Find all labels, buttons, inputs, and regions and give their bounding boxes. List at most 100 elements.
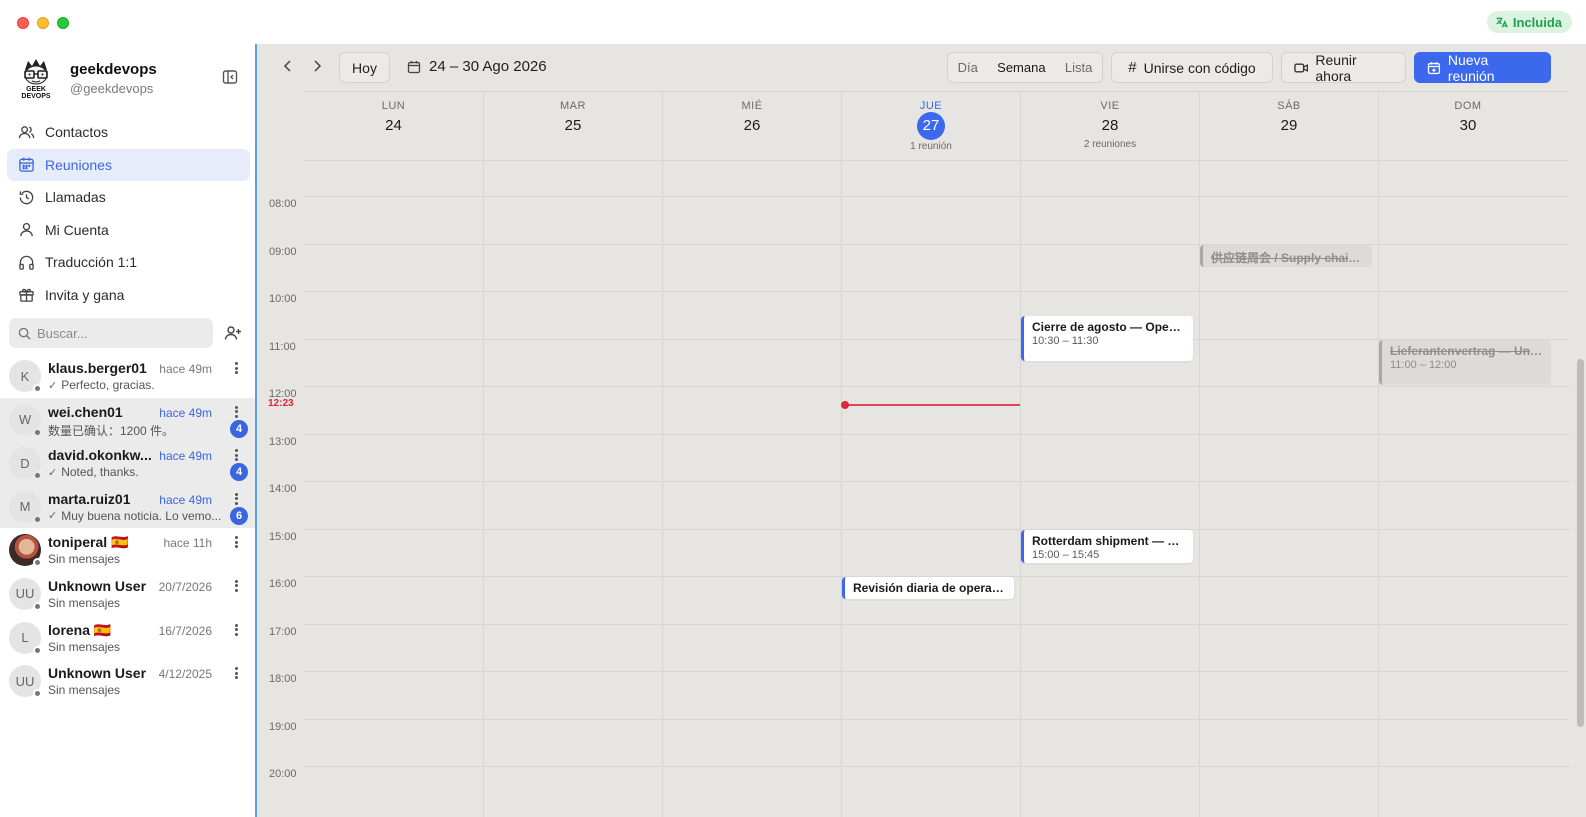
- week-time-grid[interactable]: 08:00 09:00 10:00 11:00 12:00 13:00 14:00 15:00…: [257, 161, 1570, 817]
- history-icon: [17, 188, 35, 206]
- minimize-window-button[interactable]: [37, 17, 49, 29]
- next-week-button[interactable]: [309, 58, 325, 74]
- nav-item-traduccion[interactable]: Traducción 1:1: [7, 246, 250, 278]
- chat-name: david.okonkw...: [48, 447, 152, 464]
- day-header-sab[interactable]: SÁB 29: [1199, 92, 1378, 160]
- event-title: Rotterdam shipment — sta...: [1032, 533, 1185, 548]
- day-meeting-count: 1 reunión: [910, 141, 952, 152]
- nav-item-contactos[interactable]: Contactos: [7, 116, 250, 148]
- close-window-button[interactable]: [17, 17, 29, 29]
- day-name: SÁB: [1277, 100, 1301, 112]
- meeting-event[interactable]: Rotterdam shipment — sta... 15:00 – 15:45: [1021, 529, 1193, 564]
- day-number: 26: [743, 117, 761, 134]
- day-header-jue[interactable]: JUE 27 1 reunión: [841, 92, 1020, 160]
- cancelled-meeting-event[interactable]: Lieferantenvertrag — Unte... 11:00 – 12:0…: [1379, 339, 1551, 385]
- chat-menu-button[interactable]: [228, 665, 244, 681]
- nav-item-invita[interactable]: Invita y gana: [7, 279, 250, 311]
- chat-menu-button[interactable]: [228, 447, 244, 463]
- svg-text:GEEK: GEEK: [26, 86, 46, 93]
- search-input[interactable]: [37, 325, 197, 341]
- hour-gridline: [304, 386, 1570, 387]
- avatar-photo: [9, 534, 42, 568]
- chat-name: klaus.berger01: [48, 360, 147, 376]
- day-name: MIÉ: [741, 100, 763, 112]
- chat-time: 16/7/2026: [158, 623, 212, 638]
- avatar-initial: UU: [15, 586, 35, 602]
- day-header-lun[interactable]: LUN 24: [304, 92, 483, 160]
- chat-menu-button[interactable]: [228, 534, 244, 550]
- meeting-event[interactable]: Revisión diaria de operaci...: [842, 577, 1014, 599]
- nav-item-mi-cuenta[interactable]: Mi Cuenta: [7, 214, 250, 246]
- chat-preview: ✓ Perfecto, gracias.: [48, 378, 224, 392]
- hour-label: 09:00: [269, 245, 297, 258]
- day-number: 29: [1280, 117, 1298, 134]
- hour-label: 17:00: [269, 625, 297, 638]
- new-meeting-button[interactable]: Nueva reunión: [1414, 51, 1551, 84]
- avatar: L: [9, 621, 42, 655]
- view-switcher: Día Semana Lista: [947, 52, 1103, 83]
- chat-item[interactable]: UU Unknown User 4/12/2025 Sin mensajes: [0, 659, 255, 703]
- day-number: 28: [1101, 117, 1119, 134]
- meet-now-button[interactable]: Reunir ahora: [1281, 51, 1406, 84]
- profile-handle: @geekdevops: [70, 81, 154, 96]
- day-name: DOM: [1454, 100, 1482, 112]
- chat-item[interactable]: D david.okonkw... hace 49m ✓ Noted, thank…: [0, 441, 255, 485]
- view-dia-button[interactable]: Día: [958, 60, 978, 75]
- chat-item[interactable]: UU Unknown User 20/7/2026 Sin mensajes: [0, 572, 255, 616]
- hour-gridline: [304, 671, 1570, 672]
- presence-dot: [33, 427, 42, 437]
- toggle-sidebar-button[interactable]: [221, 68, 239, 86]
- day-header-mar[interactable]: MAR 25: [483, 92, 662, 160]
- translation-status-badge[interactable]: Incluida: [1486, 11, 1572, 33]
- nav-item-llamadas[interactable]: Llamadas: [7, 181, 250, 213]
- day-header-mie[interactable]: MIÉ 26: [662, 92, 841, 160]
- zoom-window-button[interactable]: [57, 17, 69, 29]
- current-time-dot: [841, 401, 849, 409]
- chat-menu-button[interactable]: [228, 404, 244, 420]
- chat-item[interactable]: L lorena 🇪🇸 16/7/2026 Sin mensajes: [0, 616, 255, 660]
- chat-preview-text: Sin mensajes: [48, 683, 121, 698]
- day-header-vie[interactable]: VIE 28 2 reuniones: [1020, 92, 1199, 160]
- day-name: VIE: [1100, 100, 1120, 112]
- chevron-right-icon: [314, 60, 322, 72]
- view-semana-button[interactable]: Semana: [997, 60, 1045, 75]
- translation-status-label: Incluida: [1512, 14, 1562, 30]
- today-button[interactable]: Hoy: [339, 52, 390, 83]
- cancelled-meeting-event[interactable]: 供应链周会 / Supply chain w...: [1200, 244, 1372, 267]
- chat-preview: Sin mensajes: [48, 596, 224, 610]
- avatar-initial: UU: [15, 673, 35, 689]
- chat-menu-button[interactable]: [228, 360, 244, 376]
- chat-preview-text: Sin mensajes: [48, 639, 121, 654]
- chat-menu-button[interactable]: [228, 622, 244, 638]
- new-meeting-label: Nueva reunión: [1447, 51, 1495, 84]
- avatar-initial: D: [20, 455, 30, 471]
- chat-item[interactable]: M marta.ruiz01 hace 49m ✓ Muy buena notic…: [0, 484, 255, 529]
- chat-item[interactable]: toniperal 🇪🇸 hace 11h Sin mensajes: [0, 528, 255, 572]
- meeting-event[interactable]: Cierre de agosto — Operac... 10:30 – 11:3…: [1021, 315, 1193, 362]
- presence-dot: [33, 384, 42, 393]
- headphones-icon: [17, 253, 35, 271]
- nav-item-reuniones[interactable]: Reuniones: [7, 148, 250, 181]
- date-range[interactable]: 24 – 30 Ago 2026: [407, 58, 547, 75]
- event-title: Lieferantenvertrag — Unte...: [1390, 343, 1543, 358]
- chat-item[interactable]: K klaus.berger01 hace 49m ✓ Perfecto, gra…: [0, 354, 255, 398]
- chat-menu-button[interactable]: [228, 491, 244, 507]
- previous-week-button[interactable]: [280, 58, 296, 74]
- chat-menu-button[interactable]: [228, 578, 244, 594]
- calendar-scrollbar[interactable]: [1577, 359, 1584, 727]
- chat-name: wei.chen01: [48, 403, 123, 420]
- chat-time: hace 11h: [163, 536, 213, 551]
- check-icon: ✓: [48, 466, 58, 479]
- check-icon: ✓: [48, 379, 58, 392]
- avatar: D: [9, 447, 42, 481]
- day-header-dom[interactable]: DOM 30: [1378, 92, 1557, 160]
- chat-item[interactable]: W wei.chen01 hace 49m 数量已确认：1200 件。 4: [0, 397, 255, 442]
- meet-now-label: Reunir ahora: [1315, 51, 1357, 84]
- join-with-code-button[interactable]: # Unirse con código: [1111, 52, 1273, 83]
- view-lista-button[interactable]: Lista: [1065, 60, 1092, 75]
- add-contact-button[interactable]: [224, 324, 242, 342]
- hour-label: 13:00: [269, 435, 297, 448]
- profile-name: geekdevops: [70, 61, 157, 78]
- presence-dot: [33, 514, 42, 524]
- hour-gridline: [304, 623, 1570, 625]
